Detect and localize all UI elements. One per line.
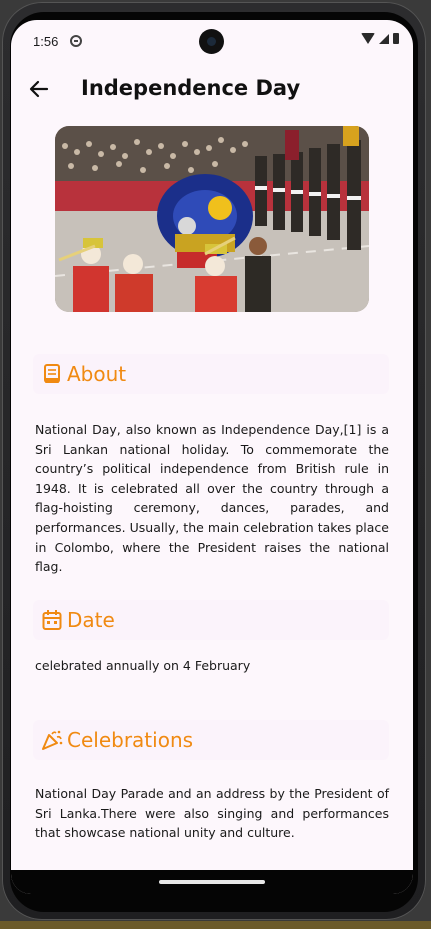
page-title: Independence Day [81, 76, 301, 100]
celebrations-text: National Day Parade and an address by th… [35, 786, 389, 841]
status-bar: 1:56 [11, 20, 413, 64]
date-title: Date [67, 608, 115, 632]
wifi-icon [361, 33, 375, 44]
back-button[interactable] [27, 77, 51, 101]
party-popper-icon [41, 729, 63, 751]
front-camera [199, 29, 224, 54]
navigation-bar [11, 870, 413, 894]
home-indicator[interactable] [159, 880, 265, 884]
date-text: celebrated annually on 4 February [35, 658, 251, 673]
celebrations-title: Celebrations [67, 728, 194, 752]
signal-icon [379, 33, 389, 44]
status-icons [361, 33, 399, 44]
about-section-header: About [33, 354, 389, 394]
battery-icon [393, 33, 399, 44]
notification-icon [70, 35, 82, 47]
desk-edge [0, 921, 431, 929]
about-text: National Day, also known as Independence… [35, 422, 389, 575]
about-title: About [67, 362, 127, 386]
parade-image [55, 126, 369, 312]
back-arrow-icon [29, 80, 49, 98]
screen: 1:56 Independence Day About National Day… [11, 20, 413, 894]
hero-image [55, 126, 369, 312]
status-time: 1:56 [33, 34, 59, 49]
app-bar: Independence Day [11, 68, 413, 112]
book-icon [41, 363, 63, 385]
date-section-header: Date [33, 600, 389, 640]
calendar-icon [41, 609, 63, 631]
celebrations-section-header: Celebrations [33, 720, 389, 760]
